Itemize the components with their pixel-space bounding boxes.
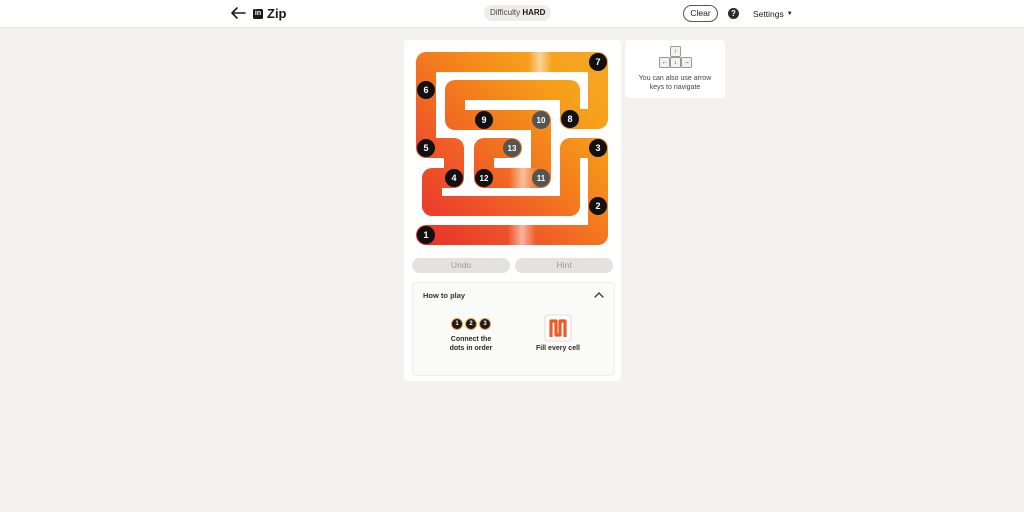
arrow-down-key-icon: ↓ [670, 57, 681, 68]
arrow-right-key-icon: → [681, 57, 692, 68]
side-text-line2: keys to navigate [649, 84, 701, 91]
difficulty-value: HARD [522, 8, 546, 17]
svg-text:12: 12 [480, 174, 489, 183]
arrow-keys-hint: ↑ ← ↓ → You can also use arrow keys to n… [625, 40, 725, 98]
back-arrow-icon[interactable] [229, 5, 247, 21]
number-dot-10: 10 [532, 111, 550, 129]
number-dot-6: 6 [417, 81, 435, 99]
hint-button[interactable]: Hint [515, 258, 613, 273]
chevron-up-icon[interactable] [594, 291, 604, 299]
help-icon[interactable]: ? [728, 8, 739, 19]
number-dot-12: 12 [475, 169, 493, 187]
svg-text:3: 3 [595, 143, 600, 153]
svg-text:5: 5 [423, 143, 428, 153]
svg-text:1: 1 [423, 230, 428, 240]
fill-grid-icon [544, 314, 572, 342]
svg-text:6: 6 [423, 85, 428, 95]
svg-text:9: 9 [481, 115, 486, 125]
svg-text:11: 11 [537, 174, 546, 183]
game-board[interactable]: 123456789 10111213 [404, 40, 621, 250]
number-dot-3: 3 [589, 139, 607, 157]
arrow-up-key-icon: ↑ [670, 46, 681, 57]
number-dot-8: 8 [561, 110, 579, 128]
svg-text:8: 8 [567, 114, 572, 124]
tip-fill-cells: Fill every cell [523, 314, 593, 354]
number-dot-2: 2 [589, 197, 607, 215]
number-dot-1: 1 [417, 226, 435, 244]
number-dot-13: 13 [503, 139, 521, 157]
arrow-keys-text: You can also use arrow keys to navigate [631, 74, 719, 92]
game-title: Zip [267, 6, 287, 21]
undo-button[interactable]: Undo [412, 258, 510, 273]
mini-dot: 2 [465, 318, 477, 330]
top-bar: in Zip Difficulty HARD Clear ? Settings … [0, 0, 1024, 28]
svg-text:2: 2 [595, 201, 600, 211]
arrow-left-key-icon: ← [659, 57, 670, 68]
tip-connect-dots: 1 2 3 Connect the dots in order [436, 318, 506, 353]
clear-button[interactable]: Clear [683, 5, 718, 22]
how-to-play-panel: How to play 1 2 3 Connect the dots in or… [412, 282, 615, 376]
tip1-line1: Connect the [450, 336, 492, 343]
svg-text:7: 7 [595, 57, 600, 67]
difficulty-label: Difficulty [490, 8, 521, 17]
how-to-play-title: How to play [423, 291, 466, 300]
number-dot-9: 9 [475, 111, 493, 129]
mini-dot: 1 [451, 318, 463, 330]
path-shine [528, 52, 552, 72]
caret-down-icon: ▼ [786, 11, 793, 17]
tip-dots: 1 2 3 [436, 318, 506, 330]
number-dot-4: 4 [445, 169, 463, 187]
controls-row: Undo Hint [412, 258, 613, 273]
linkedin-logo-icon: in [253, 8, 263, 19]
settings-label: Settings [753, 9, 784, 19]
number-dot-11: 11 [532, 169, 550, 187]
tip1-line2: dots in order [449, 344, 493, 352]
game-card: 1 2 3 4 5 6 7 8 9 10 11 12 13 Undo Hint How to play … [404, 40, 621, 381]
number-dot-5: 5 [417, 139, 435, 157]
side-text-line1: You can also use arrow [638, 75, 712, 82]
number-dot-7: 7 [589, 53, 607, 71]
svg-text:13: 13 [508, 144, 517, 153]
brand: in Zip [253, 6, 287, 21]
difficulty-badge: Difficulty HARD [484, 5, 552, 21]
svg-text:10: 10 [537, 116, 546, 125]
mini-dot: 3 [479, 318, 491, 330]
svg-text:4: 4 [451, 173, 456, 183]
settings-dropdown[interactable]: Settings ▼ [753, 9, 793, 19]
tip2-text: Fill every cell [536, 345, 580, 352]
path-shine [508, 225, 536, 245]
